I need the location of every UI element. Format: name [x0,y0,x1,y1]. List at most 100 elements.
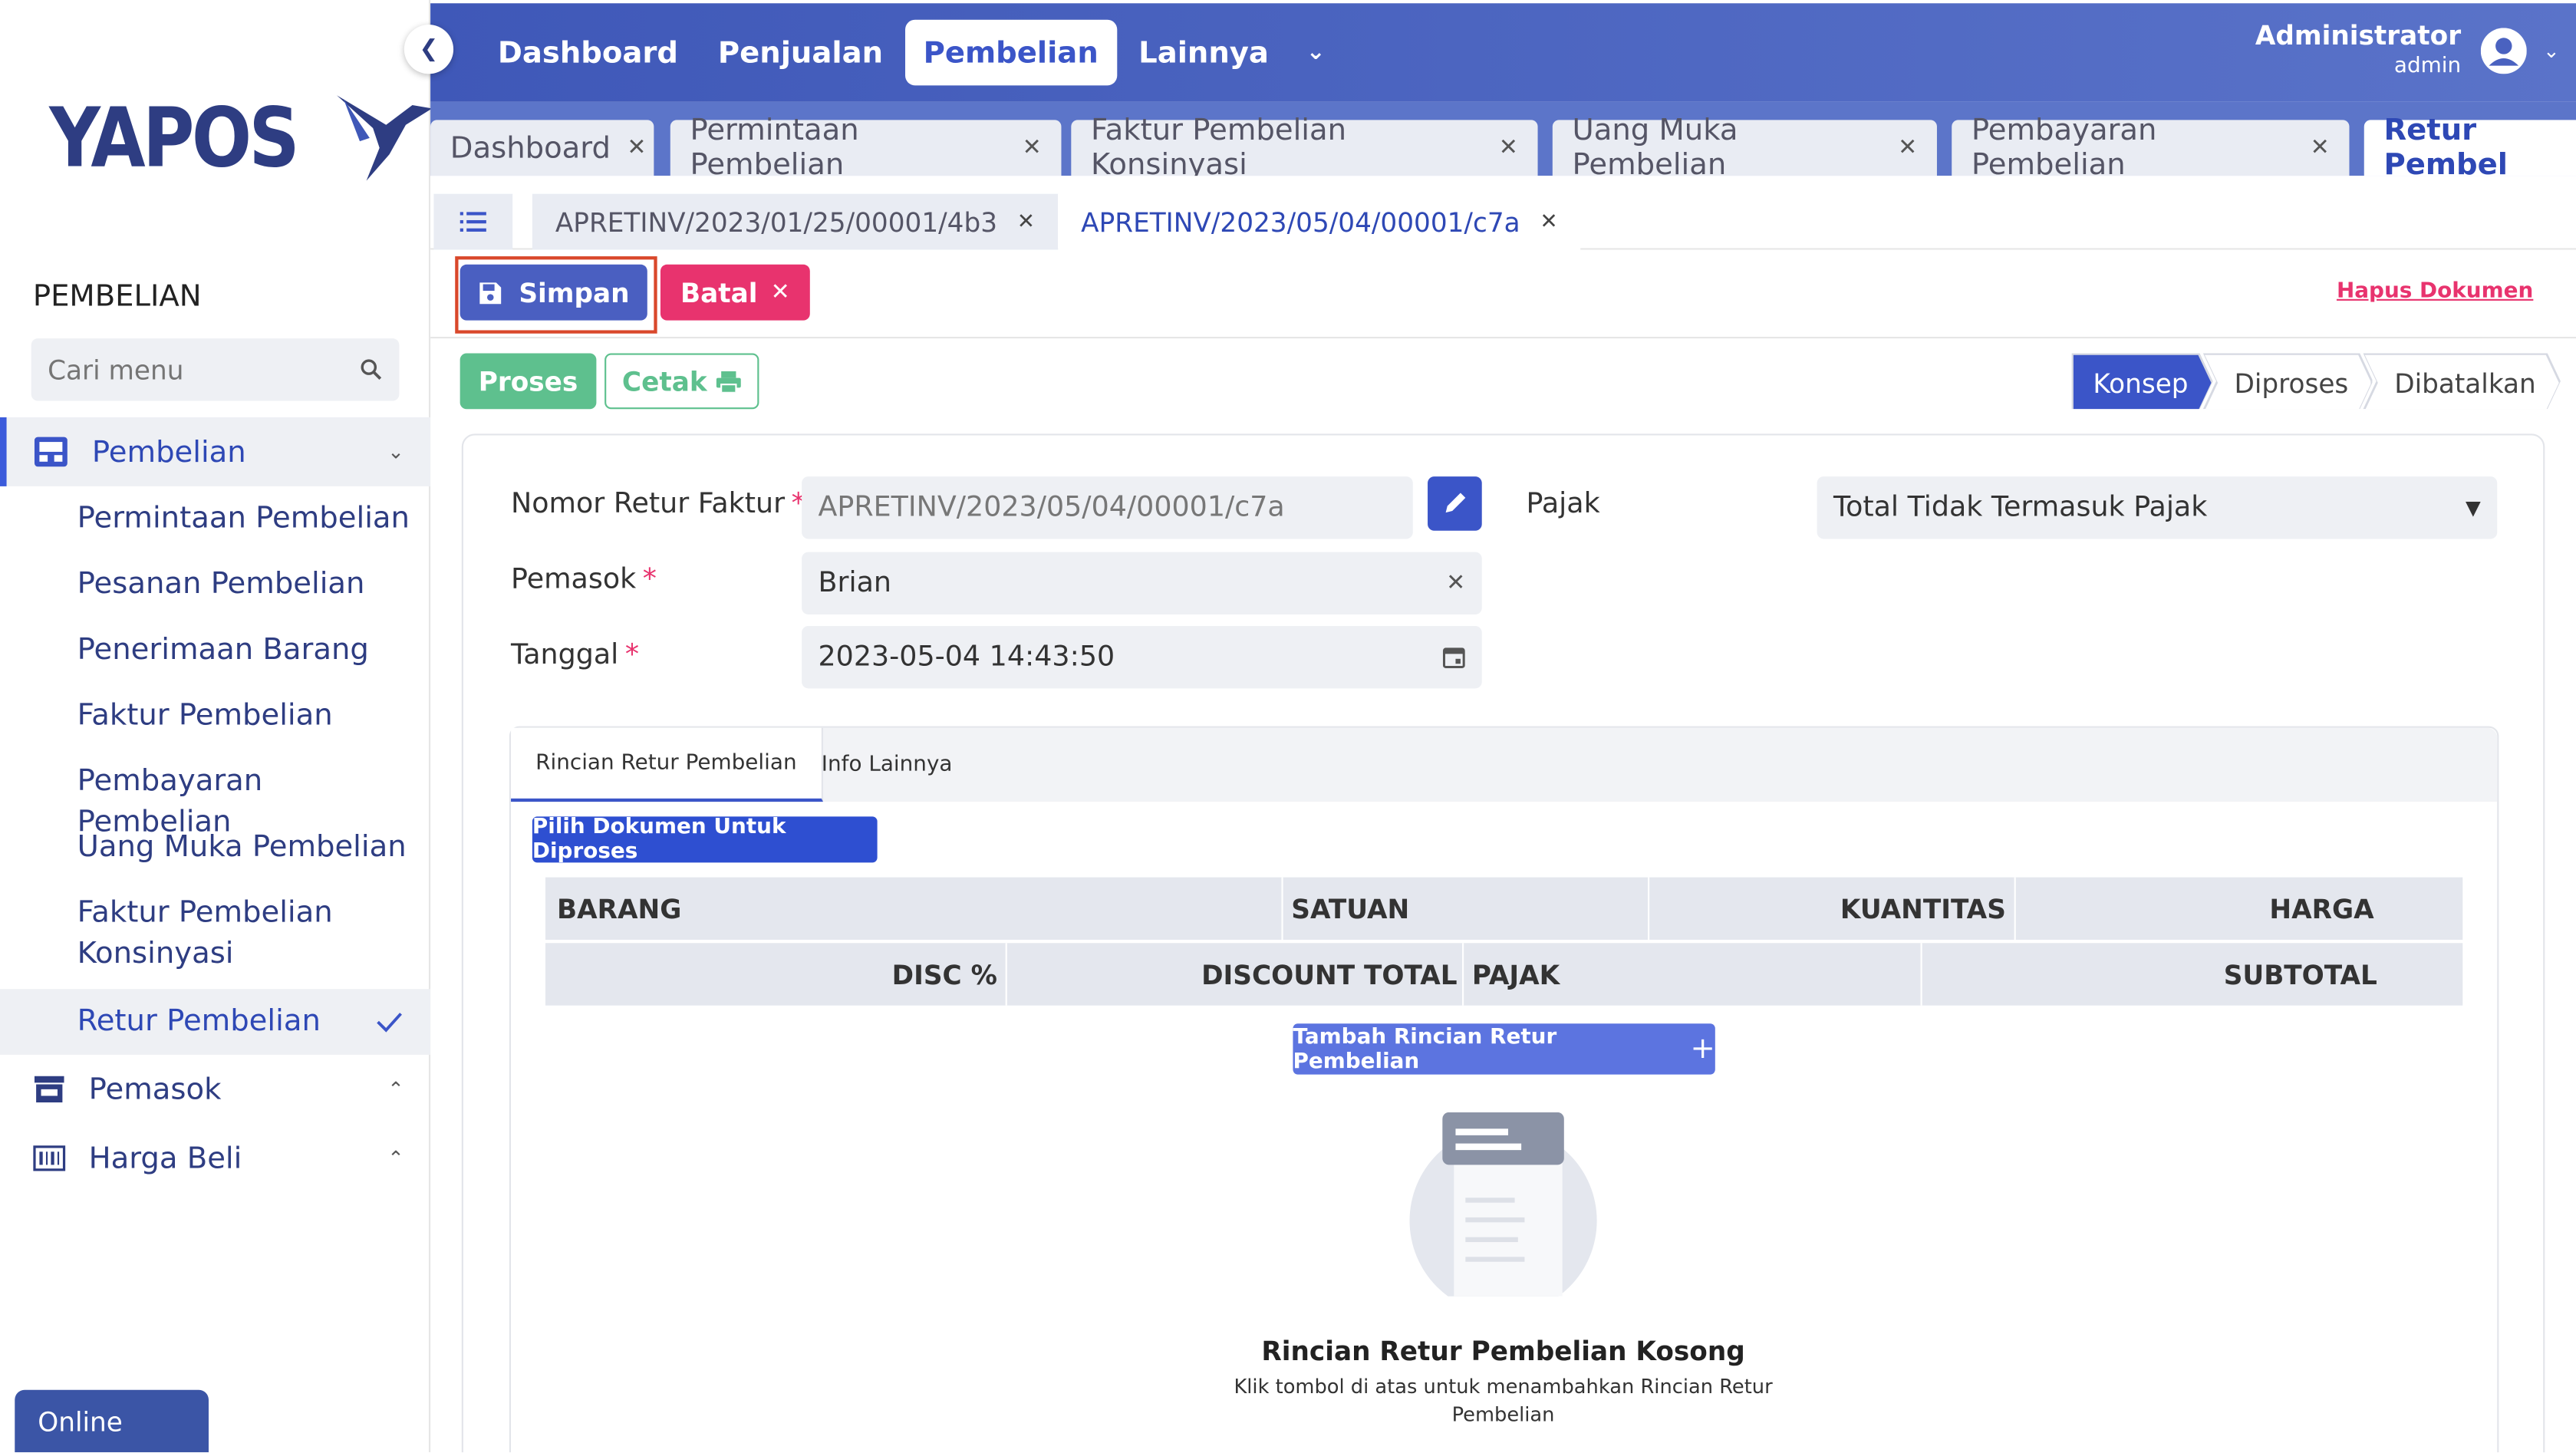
close-icon[interactable]: ✕ [1499,135,1518,161]
sidebar-group-pemasok[interactable]: Pemasok ⌃ [0,1055,430,1124]
pemasok-label-text: Pemasok [511,563,637,597]
delete-document-link[interactable]: Hapus Dokumen [2337,279,2533,304]
grid-header-row-1: BARANG SATUAN KUANTITAS HARGA [545,877,2463,940]
close-icon[interactable]: ✕ [1540,209,1557,234]
top-tab-lainnya[interactable]: Lainnya [1121,20,1287,86]
caret-down-icon: ▼ [2466,496,2481,519]
empty-state-title: Rincian Retur Pembelian Kosong [1261,1336,1745,1367]
collapse-sidebar-button[interactable]: ❮ [404,25,454,74]
print-button[interactable]: Cetak [604,353,759,410]
status-step-wrap: Dibatalkan [2364,353,2561,409]
barcode-icon [33,1145,66,1171]
record-tab-active[interactable]: APRETINV/2023/05/04/00001/c7a ✕ [1058,193,1581,250]
inbox-icon [34,437,68,467]
user-role: admin [2393,54,2462,79]
sidebar-group-harga-beli[interactable]: Harga Beli ⌃ [0,1124,430,1193]
online-status-button[interactable]: Online [15,1389,209,1453]
doc-tab-uang-muka-pembelian[interactable]: Uang Muka Pembelian ✕ [1552,114,1937,183]
sidebar-item-faktur-pembelian-konsinyasi[interactable]: Faktur Pembelian Konsinyasi [77,892,357,974]
clear-icon[interactable]: ✕ [1446,570,1465,596]
printer-icon [716,370,742,392]
record-tab[interactable]: APRETINV/2023/01/25/00001/4b3 ✕ [532,193,1059,250]
nomor-retur-label-text: Nomor Retur Faktur [511,488,786,521]
tab-info-lainnya[interactable]: Info Lainnya [797,728,977,802]
detail-tabs: Rincian Retur Pembelian Info Lainnya [511,727,2498,802]
print-button-label: Cetak [621,365,707,397]
chevron-left-icon: ❮ [419,36,439,63]
cancel-button[interactable]: Batal ✕ [660,264,810,321]
pajak-label: Pajak [1526,488,1600,521]
sidebar-item-retur-pembelian[interactable]: Retur Pembelian [77,1000,414,1042]
close-icon[interactable]: ✕ [2311,135,2330,161]
doc-tab-permintaan-pembelian[interactable]: Permintaan Pembelian ✕ [670,114,1062,183]
calendar-icon[interactable] [1442,646,1465,669]
form-toolbar: Simpan Batal ✕ Hapus Dokumen [430,249,2576,339]
user-info[interactable]: Administrator admin [2255,20,2461,79]
close-icon[interactable]: ✕ [627,135,646,161]
status-step-wrap: Diproses [2203,353,2373,409]
sidebar-item-permintaan-pembelian[interactable]: Permintaan Pembelian [77,498,414,539]
bird-logo-icon [337,95,433,181]
pick-document-button[interactable]: Pilih Dokumen Untuk Diproses [532,815,878,864]
edit-number-button[interactable] [1428,476,1482,531]
empty-state-subtitle: Klik tombol di atas untuk menambahkan Ri… [1234,1375,1773,1426]
check-icon [377,1013,402,1033]
empty-document-illustration-icon [1409,1112,1597,1296]
record-tab-label: APRETINV/2023/01/25/00001/4b3 [555,206,998,238]
close-icon[interactable]: ✕ [1898,135,1917,161]
doc-tab-label: Pembayaran Pembelian [1971,113,2157,183]
status-step-konsep: Konsep [2074,355,2212,411]
top-tab-dashboard[interactable]: Dashboard [479,20,696,86]
close-icon[interactable]: ✕ [1023,135,1042,161]
doc-tab-faktur-pembelian-konsinyasi[interactable]: Faktur Pembelian Konsinyasi ✕ [1071,114,1538,183]
required-mark: * [642,563,657,597]
document-tabs: Dashboard ✕ Permintaan Pembelian ✕ Faktur … [430,101,2576,183]
doc-tab-label: Permintaan Pembelian [690,113,859,183]
nomor-retur-value: APRETINV/2023/05/04/00001/c7a [818,491,1285,525]
close-icon: ✕ [770,279,790,306]
user-menu-chevron-icon[interactable]: ⌄ [2543,39,2560,62]
tanggal-field[interactable]: 2023-05-04 14:43:50 [802,625,1482,689]
pemasok-field[interactable]: Brian ✕ [802,552,1482,614]
top-tab-penjualan[interactable]: Penjualan [700,20,901,86]
tab-rincian-retur[interactable]: Rincian Retur Pembelian [511,727,823,802]
process-button[interactable]: Proses [460,353,597,410]
cancel-button-label: Batal [680,276,758,308]
sidebar-item-faktur-pembelian[interactable]: Faktur Pembelian [77,695,414,736]
pajak-select[interactable]: Total Tidak Termasuk Pajak ▼ [1817,476,2498,539]
sidebar-item-uang-muka-pembelian[interactable]: Uang Muka Pembelian [77,826,414,868]
column-header-satuan: SATUAN [1283,877,1650,940]
doc-tab-retur-pembelian[interactable]: Retur Pembel [2364,114,2576,183]
doc-tab-dashboard[interactable]: Dashboard ✕ [430,120,654,176]
pencil-icon [1445,493,1466,513]
close-icon[interactable]: ✕ [1017,209,1035,234]
add-detail-button[interactable]: Tambah Rincian Retur Pembelian + [1293,1023,1715,1075]
menu-search-input[interactable] [48,354,328,386]
search-icon[interactable] [360,358,383,381]
nomor-retur-field[interactable]: APRETINV/2023/05/04/00001/c7a [802,476,1413,539]
user-avatar-icon[interactable] [2480,28,2527,74]
sidebar-group-pembelian[interactable]: Pembelian ⌄ [0,417,431,486]
user-name: Administrator [2255,19,2462,51]
section-title: PEMBELIAN [32,279,202,315]
chevron-down-icon: ⌄ [387,440,404,463]
sidebar-item-penerimaan-barang[interactable]: Penerimaan Barang [77,629,414,670]
status-step-dibatalkan: Dibatalkan [2365,355,2559,411]
doc-tab-pembayaran-pembelian[interactable]: Pembayaran Pembelian ✕ [1952,114,2350,183]
grid-header-row-2: DISC % DISCOUNT TOTAL PAJAK SUBTOTAL [545,943,2463,1006]
column-header-kuantitas: KUANTITAS [1649,877,2016,940]
sidebar-item-pesanan-pembelian[interactable]: Pesanan Pembelian [77,564,414,605]
more-menu-chevron-icon[interactable]: ⌄ [1288,20,1343,86]
chevron-up-icon: ⌃ [387,1077,404,1101]
record-tab-label: APRETINV/2023/05/04/00001/c7a [1081,206,1520,238]
list-view-button[interactable] [433,193,513,250]
top-tab-pembelian[interactable]: Pembelian [905,19,1117,86]
menu-search-box[interactable] [31,338,400,401]
logo-text: YAPOS [49,90,300,186]
tanggal-label: Tanggal * [511,639,639,672]
pajak-value: Total Tidak Termasuk Pajak [1833,491,2208,525]
save-button[interactable]: Simpan [460,264,647,321]
column-header-discount-total: DISCOUNT TOTAL [1007,943,1464,1006]
doc-tab-label: Dashboard [450,130,611,166]
pemasok-label: Pemasok * [511,564,657,597]
